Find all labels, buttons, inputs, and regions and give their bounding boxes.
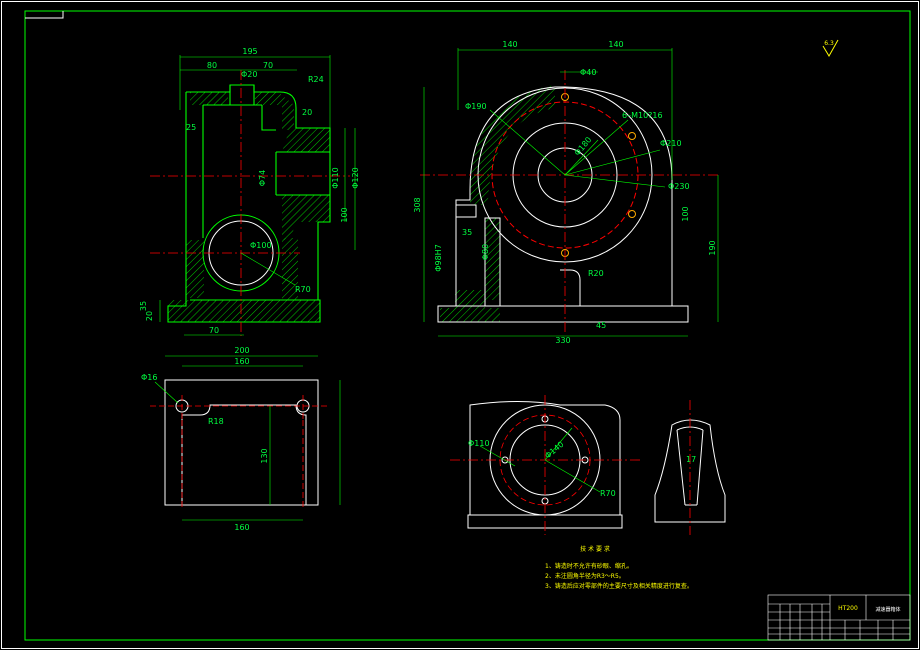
tech-requirements-title: 技 术 要 求 <box>580 545 610 553</box>
dim-phi110: Φ110 <box>331 167 340 189</box>
dim-phi230: Φ230 <box>668 182 690 191</box>
dim-phi190: Φ190 <box>465 102 487 111</box>
sheet-frame <box>1 1 919 649</box>
dim-phi74: Φ74 <box>258 170 267 186</box>
dim-25: 25 <box>186 123 196 132</box>
dim-200: 200 <box>234 346 249 355</box>
front-view: 195 80 70 Φ20 R24 20 25 Φ74 Φ110 Φ120 10… <box>139 47 360 336</box>
top-view: 200 160 Φ16 R18 130 160 <box>141 346 341 532</box>
title-block: HT200 减速器箱体 <box>767 594 911 641</box>
dim-160-top: 160 <box>234 357 249 366</box>
title-block-grid <box>767 594 911 641</box>
section-view-centerlines <box>450 395 640 535</box>
section-view: Φ110 Φ140 R70 <box>450 395 640 535</box>
surface-roughness-mark: 6.3 <box>822 39 839 57</box>
tech-requirement-3: 3、铸造后应对零部件的主要尺寸及相关精度进行复查。 <box>545 582 693 590</box>
tech-requirement-1: 1、铸造时不允许有砂眼、缩孔。 <box>545 562 633 570</box>
dim-r70: R70 <box>295 285 311 294</box>
title-block-part-name: 减速器箱体 <box>875 606 900 613</box>
dim-r24: R24 <box>308 75 324 84</box>
dim-threads: 6–M10?16 <box>622 111 663 120</box>
dim-100: 100 <box>340 207 349 222</box>
dim-r18: R18 <box>208 417 224 426</box>
dim-190: 190 <box>708 240 717 255</box>
dim-140-left: 140 <box>502 40 517 49</box>
dim-195: 195 <box>242 47 257 56</box>
dim-phi110-section: Φ110 <box>468 439 490 448</box>
dim-160-bottom: 160 <box>234 523 249 532</box>
dim-100-tol: 100 <box>681 206 690 221</box>
tech-requirement-2: 2、未注圆角半径为R3～R5。 <box>545 572 625 580</box>
dim-phi120: Φ120 <box>351 167 360 189</box>
dim-phi40: Φ40 <box>580 68 596 77</box>
dim-70: 70 <box>263 61 273 70</box>
title-block-material: HT200 <box>838 605 858 612</box>
dim-308: 308 <box>413 197 422 212</box>
top-view-outline <box>164 379 319 506</box>
dim-phi20: Φ20 <box>241 70 257 79</box>
rib-view-outline <box>654 419 726 523</box>
dim-130: 130 <box>260 448 269 463</box>
dim-r70-section: R70 <box>600 489 616 498</box>
dim-r20: R20 <box>588 269 604 278</box>
dim-330: 330 <box>555 336 570 345</box>
roughness-value: 6.3 <box>824 40 834 47</box>
dim-35: 35 <box>139 301 148 311</box>
dim-phi180: Φ180 <box>573 135 594 157</box>
rib-view: 17 <box>654 400 726 535</box>
engineering-drawing: 195 80 70 Φ20 R24 20 25 Φ74 Φ110 Φ120 10… <box>1 1 919 649</box>
dim-140-right: 140 <box>608 40 623 49</box>
dim-70-base: 70 <box>209 326 219 335</box>
dim-phi98h7: Φ98H7 <box>434 244 443 272</box>
top-view-dimension-lines <box>154 355 341 521</box>
dim-20-base: 20 <box>145 311 154 321</box>
side-view-outline <box>437 86 689 323</box>
dim-17: 17 <box>686 455 696 464</box>
dim-phi140: Φ140 <box>543 440 565 461</box>
dim-45: 45 <box>596 321 606 330</box>
dim-20: 20 <box>302 108 312 117</box>
dim-phi100: Φ100 <box>250 241 272 250</box>
side-view: 140 140 Φ40 Φ190 6–M10?16 Φ180 Φ210 Φ230… <box>413 40 720 345</box>
dim-35-side: 35 <box>462 228 472 237</box>
dim-phi80: Φ80 <box>481 244 490 260</box>
dim-phi16: Φ16 <box>141 373 157 382</box>
dim-80: 80 <box>207 61 217 70</box>
dim-phi210: Φ210 <box>660 139 682 148</box>
tech-requirements: 技 术 要 求 1、铸造时不允许有砂眼、缩孔。 2、未注圆角半径为R3～R5。 … <box>545 545 693 590</box>
